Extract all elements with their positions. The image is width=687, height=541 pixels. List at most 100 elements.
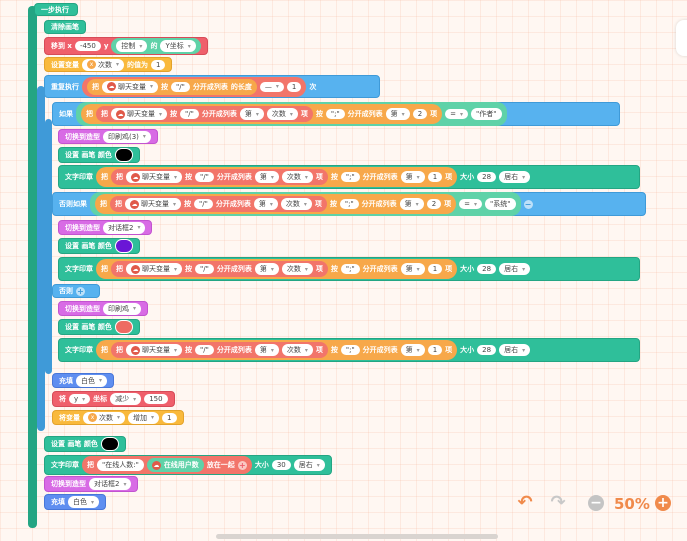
switch-costume-block[interactable]: 切换到造型 对话框2 bbox=[58, 220, 153, 235]
item-reporter[interactable]: 把 把 ☁聊天变量 按 "/" 分开成列表 第 次数 项 按 ";" 分开成列表… bbox=[96, 340, 458, 360]
sep-input[interactable]: "/" bbox=[195, 172, 214, 182]
sep-input[interactable]: ";" bbox=[340, 264, 360, 274]
amount-input[interactable]: 150 bbox=[144, 394, 168, 404]
nth-dropdown[interactable]: 第 bbox=[239, 108, 264, 120]
var-dropdown[interactable]: 次数 bbox=[281, 263, 313, 275]
switch-costume-block[interactable]: 切换到造型 对话框2 bbox=[44, 476, 139, 492]
amount-input[interactable]: 1 bbox=[162, 412, 177, 423]
set-pen-color-block[interactable]: 设置 画笔 颜色 bbox=[58, 238, 140, 254]
x-input[interactable]: -450 bbox=[74, 41, 101, 51]
sep-input[interactable]: ";" bbox=[325, 109, 345, 119]
add-branch-icon[interactable]: + bbox=[76, 286, 85, 296]
join-reporter[interactable]: 把 "在线人数:" ☁ 在线用户数 放在一起 + bbox=[82, 456, 252, 474]
side-panel-handle[interactable] bbox=[676, 20, 687, 56]
switch-costume-block[interactable]: 切换到造型 印刷鸡(3) bbox=[58, 129, 158, 144]
nth-dropdown[interactable]: 第 bbox=[253, 198, 278, 210]
clear-pen-block[interactable]: 清除画笔 bbox=[44, 20, 86, 34]
text-stamp-block[interactable]: 文字印章 把 把 ☁聊天变量 按 "/" 分开成列表 第 次数 项 按 ";" … bbox=[58, 165, 640, 189]
split-reporter[interactable]: 把 ☁聊天变量 按 "/" 分开成列表 第 次数 项 bbox=[96, 106, 313, 122]
redo-icon[interactable]: ↷ bbox=[550, 494, 566, 512]
size-input[interactable]: 30 bbox=[271, 460, 291, 470]
compare-input[interactable]: "系统" bbox=[485, 198, 516, 210]
fill-color-dropdown[interactable]: 白色 bbox=[76, 374, 108, 387]
costume-dropdown[interactable]: 印刷鸡(3) bbox=[103, 130, 151, 143]
zoom-in-icon[interactable]: + bbox=[655, 495, 671, 511]
color-swatch[interactable] bbox=[114, 239, 133, 253]
sep-input[interactable]: "/" bbox=[195, 345, 214, 355]
remove-branch-icon[interactable]: − bbox=[523, 199, 533, 209]
nth-dropdown[interactable]: 第 bbox=[400, 171, 425, 183]
prop-dropdown[interactable]: Y坐标 bbox=[160, 40, 196, 52]
text-stamp-block[interactable]: 文字印章 把 "在线人数:" ☁ 在线用户数 放在一起 + 大小 30 居右 bbox=[44, 455, 332, 475]
split-reporter[interactable]: 把 ☁聊天变量 按 "/" 分开成列表 第 次数 项 bbox=[110, 196, 327, 212]
var-dropdown[interactable]: 次数 bbox=[266, 108, 298, 120]
size-input[interactable]: 28 bbox=[477, 345, 497, 355]
costume-dropdown[interactable]: 对话框2 bbox=[89, 478, 132, 490]
var-value-input[interactable]: 1 bbox=[151, 59, 166, 70]
chatvar-dropdown[interactable]: ☁ 聊天变量 bbox=[111, 108, 168, 120]
horizontal-scrollbar[interactable] bbox=[216, 534, 498, 539]
fill-block[interactable]: 充填 白色 bbox=[52, 373, 115, 388]
index-input[interactable]: 1 bbox=[427, 345, 443, 355]
chatvar-dropdown[interactable]: ☁ 聊天变量 bbox=[125, 198, 182, 210]
color-swatch[interactable] bbox=[100, 437, 119, 451]
var-dropdown[interactable]: 次数 bbox=[280, 198, 312, 210]
length-reporter[interactable]: 把 ☁聊天变量 按 "/" 分开成列表 的长度 bbox=[87, 78, 257, 95]
op-dropdown[interactable]: 增加 bbox=[128, 411, 160, 424]
size-input[interactable]: 28 bbox=[477, 172, 497, 182]
step-block[interactable]: 一步执行 bbox=[34, 3, 78, 16]
switch-costume-block[interactable]: 切换到造型 印刷鸡 bbox=[58, 301, 149, 316]
repeat-block[interactable]: 重复执行 把 ☁聊天变量 按 "/" 分开成列表 的长度 — 1 次 bbox=[44, 75, 380, 98]
item-reporter[interactable]: 把 把 ☁聊天变量 按 "/" 分开成列表 第 次数 项 按 ";" 分开成列表… bbox=[96, 167, 458, 187]
align-dropdown[interactable]: 居右 bbox=[499, 344, 531, 356]
chatvar-dropdown[interactable]: ☁ 聊天变量 bbox=[126, 263, 183, 275]
sep-input[interactable]: ";" bbox=[340, 345, 360, 355]
nth-dropdown[interactable]: 第 bbox=[385, 108, 410, 120]
subtract-reporter[interactable]: 把 ☁聊天变量 按 "/" 分开成列表 的长度 — 1 bbox=[82, 76, 307, 97]
nth-dropdown[interactable]: 第 bbox=[254, 263, 279, 275]
text-stamp-block[interactable]: 文字印章 把 把 ☁聊天变量 按 "/" 分开成列表 第 次数 项 按 ";" … bbox=[58, 257, 640, 281]
compare-dropdown[interactable]: = bbox=[459, 199, 483, 209]
change-coord-block[interactable]: 将 y 坐标 减少 150 bbox=[52, 391, 175, 407]
costume-dropdown[interactable]: 印刷鸡 bbox=[103, 302, 142, 315]
costume-dropdown[interactable]: 对话框2 bbox=[103, 221, 146, 234]
item-reporter[interactable]: 把 把 ☁聊天变量 按 "/" 分开成列表 第 次数 项 按 ";" 分开成列表… bbox=[81, 104, 443, 124]
else-block[interactable]: 否则 + bbox=[52, 284, 100, 298]
split-reporter[interactable]: 把 ☁聊天变量 按 "/" 分开成列表 第 次数 项 bbox=[111, 169, 328, 185]
sep-input[interactable]: ";" bbox=[339, 199, 359, 209]
index-input[interactable]: 1 bbox=[427, 172, 443, 182]
chatvar-dropdown[interactable]: ☁ 聊天变量 bbox=[126, 171, 183, 183]
sprite-dropdown[interactable]: 控制 bbox=[116, 40, 148, 52]
compare-dropdown[interactable]: = bbox=[445, 109, 469, 119]
index-input[interactable]: 2 bbox=[412, 109, 428, 119]
item-reporter[interactable]: 把 把 ☁聊天变量 按 "/" 分开成列表 第 次数 项 按 ";" 分开成列表… bbox=[96, 259, 458, 279]
nth-dropdown[interactable]: 第 bbox=[399, 198, 424, 210]
index-input[interactable]: 2 bbox=[426, 199, 442, 209]
equals-reporter[interactable]: 把 把 ☁聊天变量 按 "/" 分开成列表 第 次数 项 按 ";" 分开成列表… bbox=[76, 102, 507, 126]
sep-input[interactable]: "/" bbox=[195, 264, 214, 274]
op-dropdown[interactable]: — bbox=[259, 81, 284, 92]
nth-dropdown[interactable]: 第 bbox=[400, 263, 425, 275]
color-swatch[interactable] bbox=[114, 148, 133, 162]
undo-icon[interactable]: ↶ bbox=[517, 494, 533, 512]
compare-input[interactable]: "作者" bbox=[471, 108, 502, 120]
add-item-icon[interactable]: + bbox=[237, 460, 247, 470]
zoom-out-icon[interactable]: − bbox=[588, 495, 604, 511]
index-input[interactable]: 1 bbox=[427, 264, 443, 274]
split-reporter[interactable]: 把 ☁聊天变量 按 "/" 分开成列表 第 次数 项 bbox=[111, 261, 328, 277]
text-stamp-block[interactable]: 文字印章 把 把 ☁聊天变量 按 "/" 分开成列表 第 次数 项 按 ";" … bbox=[58, 338, 640, 362]
one-input[interactable]: 1 bbox=[286, 81, 302, 92]
axis-dropdown[interactable]: y bbox=[69, 394, 91, 404]
chatvar-dropdown[interactable]: ☁ 聊天变量 bbox=[126, 344, 183, 356]
var-dropdown[interactable]: 次数 bbox=[281, 171, 313, 183]
set-pen-color-block[interactable]: 设置 画笔 颜色 bbox=[58, 147, 140, 163]
sensing-reporter[interactable]: 控制 的 Y坐标 bbox=[111, 38, 201, 54]
var-dropdown[interactable]: 次数 bbox=[281, 344, 313, 356]
align-dropdown[interactable]: 居右 bbox=[293, 459, 325, 471]
nth-dropdown[interactable]: 第 bbox=[254, 344, 279, 356]
fill-block[interactable]: 充填 白色 bbox=[44, 494, 107, 510]
var-dropdown[interactable]: x 次数 bbox=[82, 58, 125, 71]
size-input[interactable]: 28 bbox=[477, 264, 497, 274]
split-reporter[interactable]: 把 ☁聊天变量 按 "/" 分开成列表 第 次数 项 bbox=[111, 342, 328, 358]
equals-reporter[interactable]: 把 把 ☁聊天变量 按 "/" 分开成列表 第 次数 项 按 ";" 分开成列表… bbox=[90, 192, 521, 216]
